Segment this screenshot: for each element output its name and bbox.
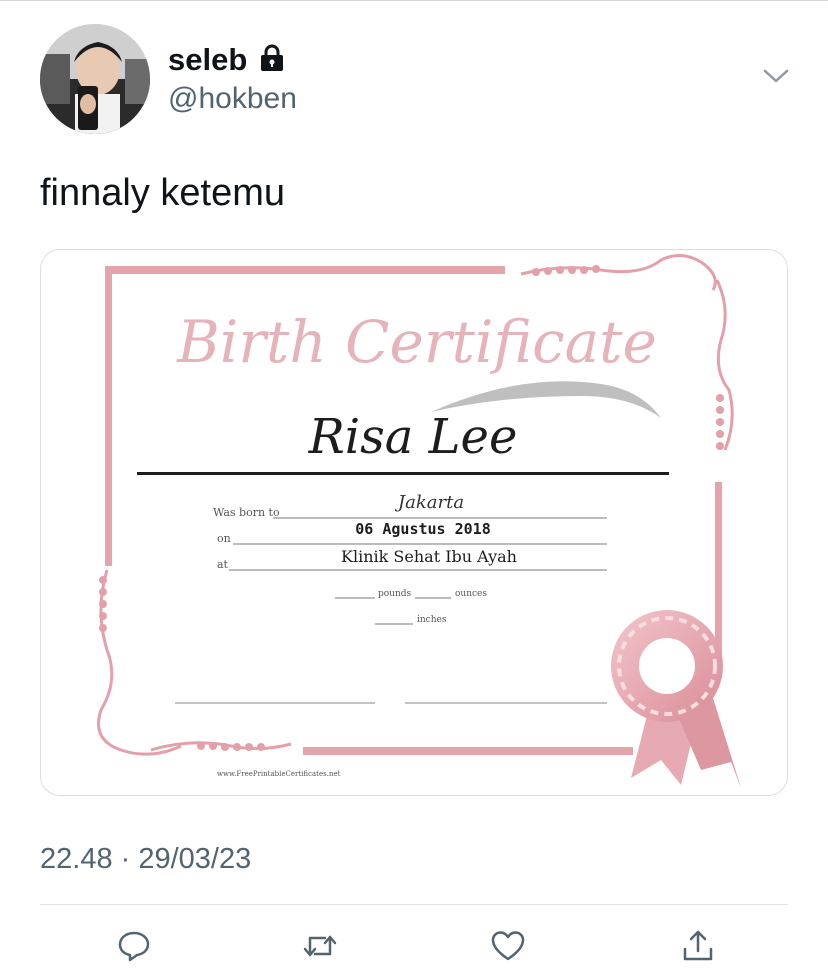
tweet-media[interactable]: Birth Certificate Risa Lee Was born to J… [40,249,788,796]
pounds-label: pounds [378,589,412,599]
ounces-label: ounces [455,589,487,599]
share-icon [683,930,713,961]
top-divider [0,0,828,1]
avatar[interactable] [40,24,150,134]
name-underline [137,472,669,475]
user-name-row[interactable]: seleb [168,42,287,78]
like-button[interactable] [484,922,532,970]
frame-bottom-bar [303,747,633,755]
lock-icon [257,43,287,78]
certificate-title: Birth Certificate [176,308,657,376]
certificate-name: Risa Lee [308,409,518,465]
display-name[interactable]: seleb [168,42,247,78]
share-button[interactable] [674,922,722,970]
chevron-down-icon[interactable] [762,66,790,86]
avatar-photo [40,24,150,134]
tweet-timestamp[interactable]: 22.48 · 29/03/23 [40,843,251,876]
tweet-text: finnaly ketemu [40,172,286,214]
frame-right-bar [715,482,722,662]
at-value: Klinik Sehat Ibu Ayah [341,547,517,566]
on-label: on [217,532,231,545]
born-value: Jakarta [394,492,464,513]
action-bar [0,922,828,970]
born-label: Was born to [213,506,280,519]
reply-icon [118,931,150,962]
certificate-footer-url: www.FreePrintableCertificates.net [217,770,341,778]
user-handle[interactable]: @hokben [168,82,297,116]
retweet-icon [303,935,337,957]
on-value: 06 Agustus 2018 [355,520,490,538]
frame-top-bar [105,266,505,274]
retweet-button[interactable] [296,922,344,970]
like-icon [491,931,525,961]
frame-left-bar [105,266,112,566]
at-label: at [217,558,229,571]
certificate-image: Birth Certificate Risa Lee Was born to J… [41,250,787,795]
actions-divider [40,904,788,905]
reply-button[interactable] [110,922,158,970]
inches-label: inches [417,615,447,625]
